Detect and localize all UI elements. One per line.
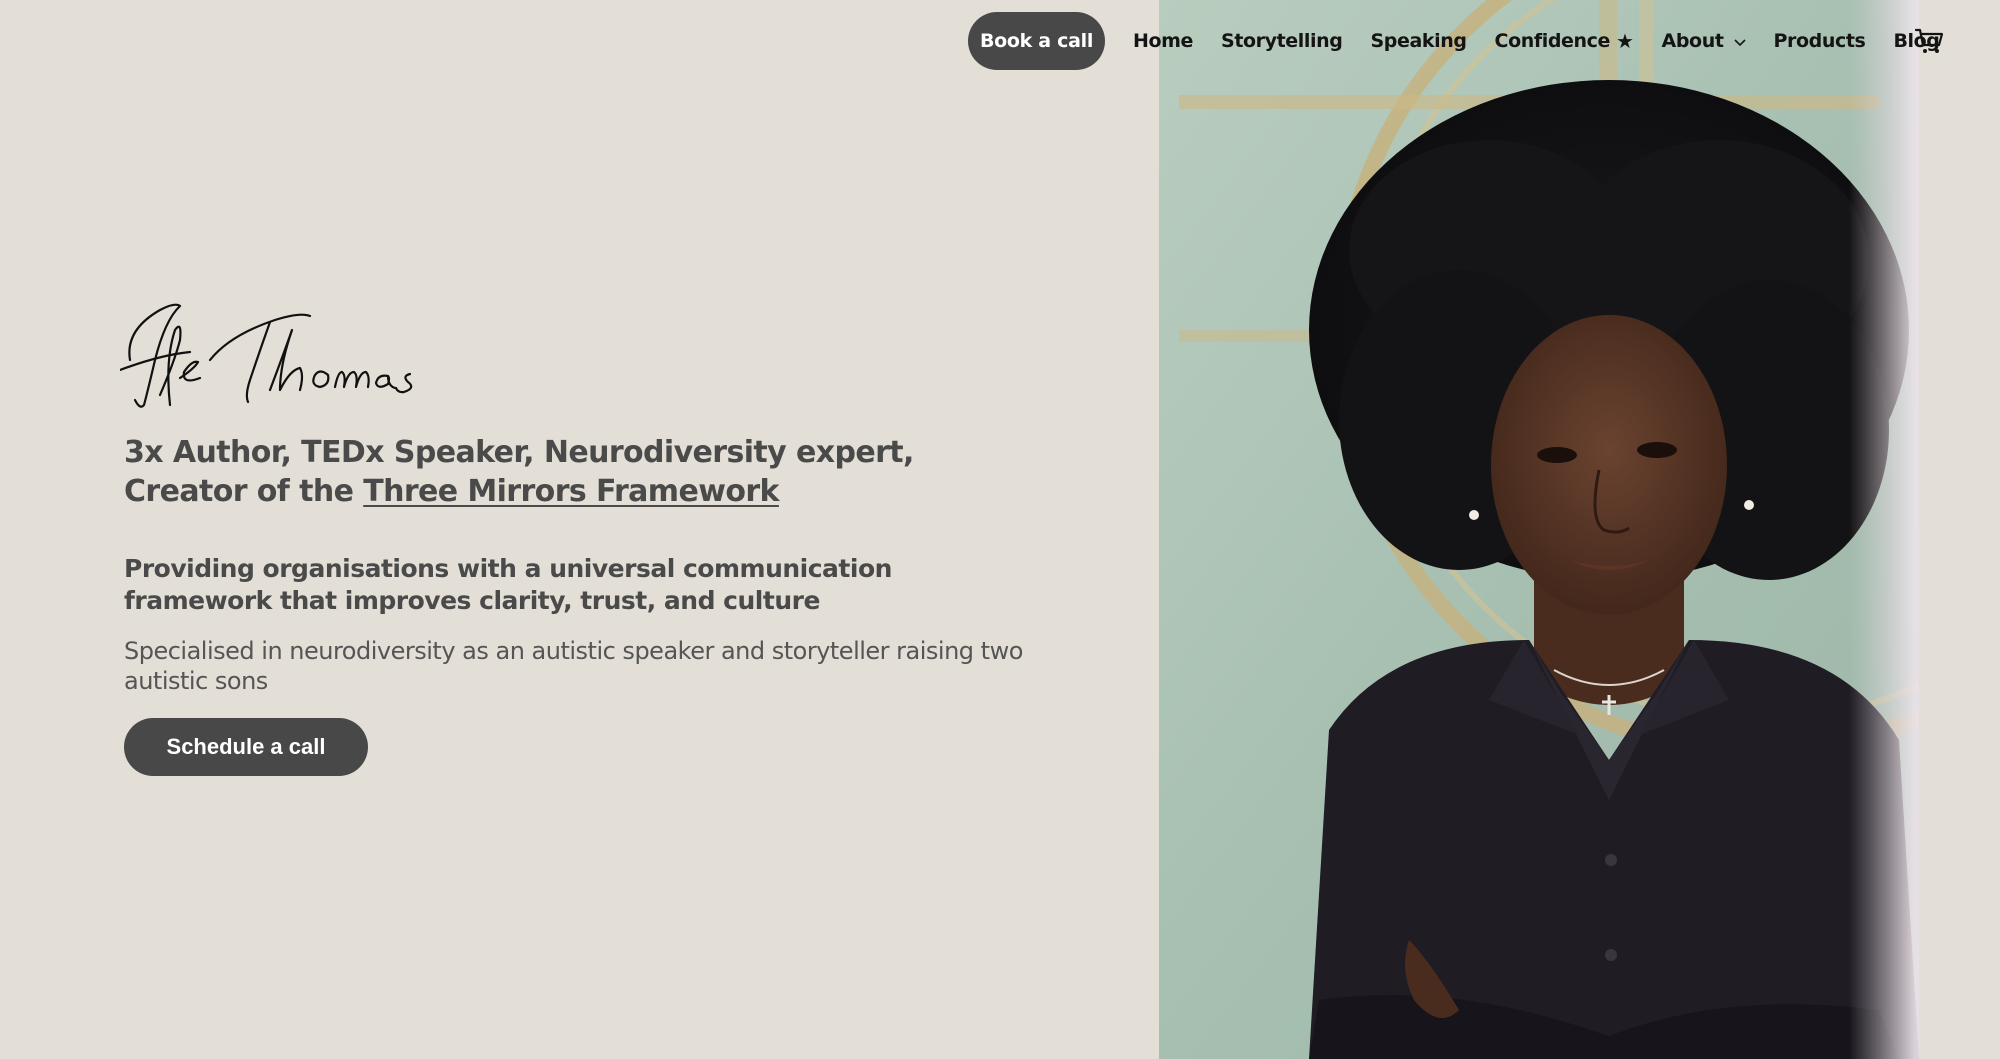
nav-item-label: Speaking: [1370, 30, 1467, 52]
nav-item-label: Products: [1773, 30, 1866, 52]
schedule-a-call-button[interactable]: Schedule a call: [124, 718, 368, 776]
hero-subheadline: Providing organisations with a universal…: [124, 554, 892, 615]
cart-icon[interactable]: [1914, 26, 1944, 56]
headline-line-1: 3x Author, TEDx Speaker, Neurodiversity …: [124, 435, 914, 470]
top-navigation: Book a call Home Storytelling Speaking C…: [0, 12, 2000, 70]
signature-logo: [118, 290, 470, 420]
headline-line-2: Creator of the Three Mirrors Framework: [124, 472, 1024, 511]
three-mirrors-framework-link[interactable]: Three Mirrors Framework: [363, 474, 779, 509]
nav-links: Home Storytelling Speaking Confidence ★ …: [1133, 12, 1968, 70]
hero-description: Specialised in neurodiversity as an auti…: [124, 637, 1023, 695]
nav-item-storytelling[interactable]: Storytelling: [1221, 30, 1343, 52]
hero-portrait-photo: [1159, 0, 1958, 1059]
nav-item-confidence[interactable]: Confidence ★: [1495, 29, 1634, 53]
nav-item-label: Confidence: [1494, 30, 1611, 52]
nav-item-label: Home: [1133, 30, 1194, 52]
star-icon: ★: [1616, 29, 1634, 53]
chevron-down-icon: [1733, 30, 1746, 52]
page: Book a call Home Storytelling Speaking C…: [0, 0, 2000, 1059]
nav-item-about[interactable]: About: [1662, 30, 1746, 52]
nav-item-products[interactable]: Products: [1774, 30, 1866, 52]
nav-item-speaking[interactable]: Speaking: [1370, 30, 1466, 52]
nav-item-label: About: [1661, 30, 1724, 52]
hero-headline: 3x Author, TEDx Speaker, Neurodiversity …: [124, 433, 1024, 511]
book-a-call-button[interactable]: Book a call: [968, 12, 1105, 70]
nav-item-home[interactable]: Home: [1133, 30, 1193, 52]
headline-prefix: Creator of the: [124, 474, 364, 509]
nav-item-label: Storytelling: [1221, 30, 1343, 52]
